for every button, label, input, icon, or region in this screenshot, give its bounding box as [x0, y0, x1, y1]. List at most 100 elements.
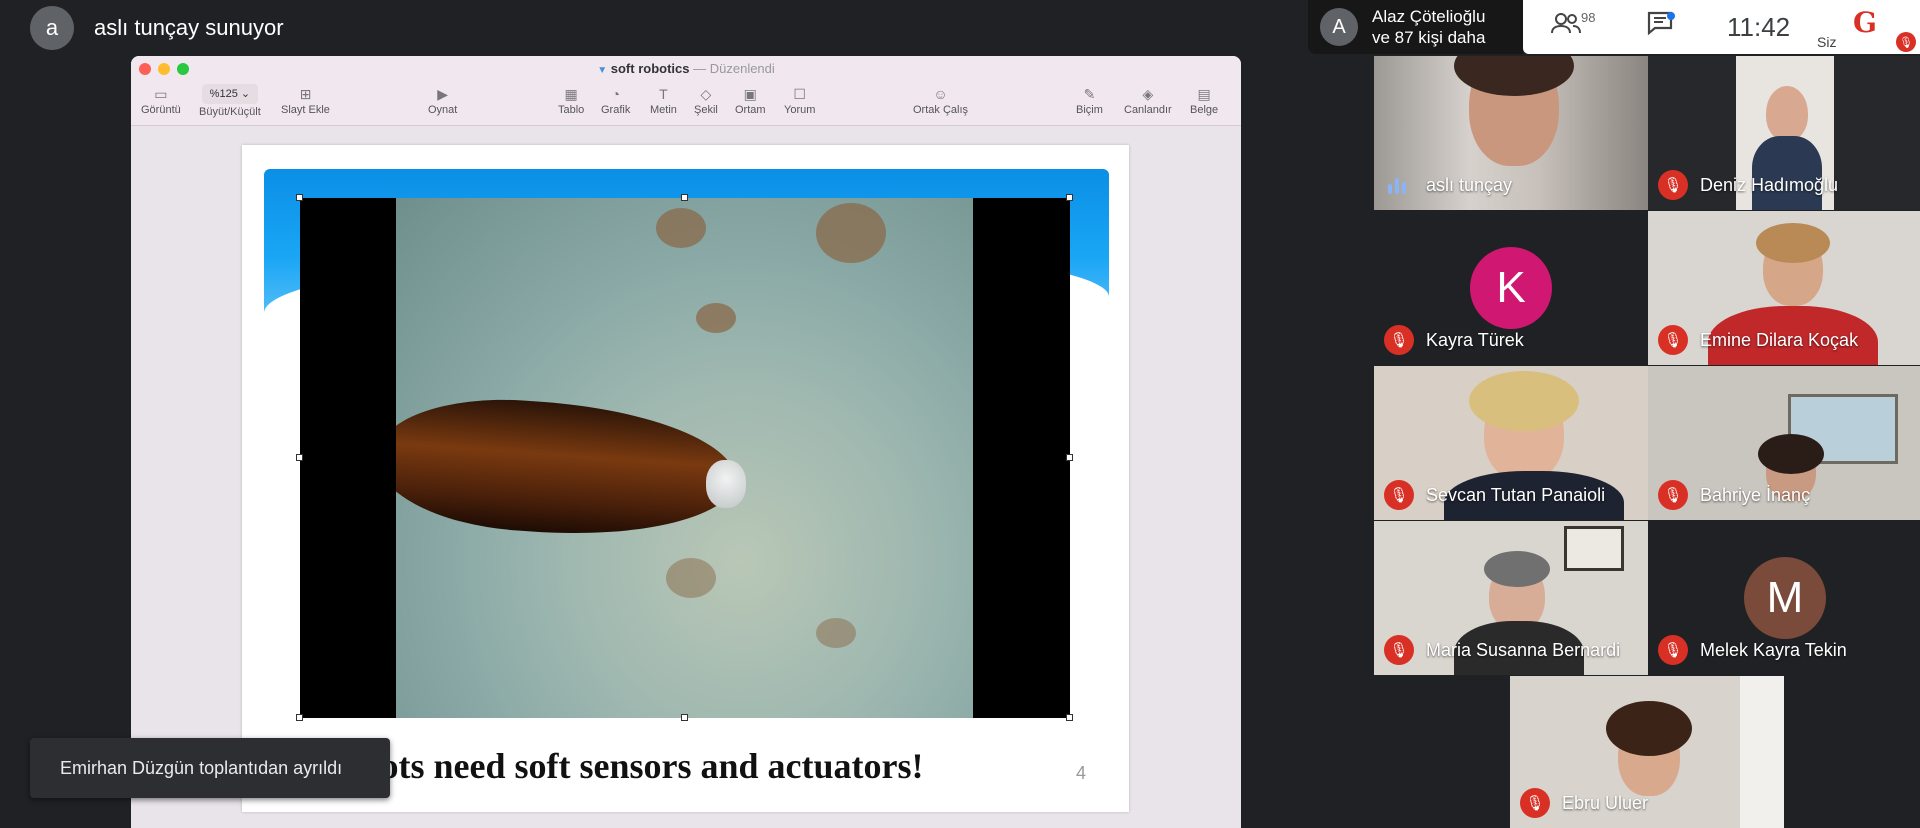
- participant-name: Deniz Hadımoğlu: [1700, 175, 1839, 195]
- zoom-value[interactable]: %125 ⌄: [201, 84, 259, 104]
- participant-name: Maria Susanna Bernardi: [1426, 640, 1621, 660]
- document-title: ▼ soft robotics — Düzenlendi: [131, 61, 1241, 76]
- comment-icon: ☐: [793, 86, 806, 102]
- participant-hair: [1756, 223, 1830, 263]
- chart-icon: ◔: [611, 86, 620, 102]
- animate-icon: ◈: [1142, 86, 1154, 102]
- chat-notification-dot: [1667, 12, 1675, 20]
- zoom-control[interactable]: %125 ⌄ Büyüt/Küçült: [199, 84, 261, 118]
- resize-handle[interactable]: [1066, 714, 1073, 721]
- slide-canvas[interactable]: ots need soft sensors and actuators! 4: [242, 145, 1129, 812]
- format-label: Biçim: [1076, 104, 1103, 116]
- shape-label: Şekil: [694, 104, 718, 116]
- participant-tile[interactable]: 🎙 Bahriye İnanç: [1648, 366, 1920, 520]
- play-icon: ▶: [437, 86, 449, 102]
- shape-icon: ◇: [700, 86, 712, 102]
- chart-button[interactable]: ◔ Grafik: [601, 84, 630, 116]
- animate-button[interactable]: ◈ Canlandır: [1124, 84, 1172, 116]
- participant-hair: [1758, 434, 1824, 474]
- other-participants-text: Alaz Çötelioğlu ve 87 kişi daha: [1372, 6, 1485, 48]
- presenter-label: aslı tunçay sunuyor: [94, 15, 284, 40]
- resize-handle[interactable]: [681, 714, 688, 721]
- slide-number: 4: [1075, 763, 1086, 783]
- mic-off-icon: 🎙: [1658, 325, 1688, 355]
- participant-avatar: M: [1744, 557, 1826, 639]
- participant-tile[interactable]: 🎙 Emine Dilara Koçak: [1648, 211, 1920, 365]
- animate-label: Canlandır: [1124, 104, 1172, 116]
- other-participants-count: ve 87 kişi daha: [1372, 28, 1486, 47]
- add-slide-button[interactable]: ⊞ Slayt Ekle: [281, 84, 330, 116]
- view-label: Görüntü: [141, 104, 181, 116]
- video-frame: [396, 198, 973, 718]
- comment-button[interactable]: ☐ Yorum: [784, 84, 815, 116]
- table-button[interactable]: ▦ Tablo: [558, 84, 584, 116]
- participant-tile[interactable]: 🎙 Maria Susanna Bernardi: [1374, 521, 1648, 675]
- mic-off-icon: 🎙: [1384, 325, 1414, 355]
- play-button[interactable]: ▶ Oynat: [428, 84, 457, 116]
- rock: [656, 208, 706, 248]
- participant-name: Melek Kayra Tekin: [1700, 640, 1847, 660]
- resize-handle[interactable]: [296, 194, 303, 201]
- document-label: Belge: [1190, 104, 1219, 116]
- resize-handle[interactable]: [681, 194, 688, 201]
- rock: [816, 203, 886, 263]
- participant-name: aslı tunçay: [1426, 175, 1513, 195]
- table-icon: ▦: [564, 86, 578, 102]
- media-button[interactable]: ▣ Ortam: [735, 84, 766, 116]
- mic-off-icon: 🎙: [1384, 480, 1414, 510]
- keynote-doc-icon: ▼: [597, 65, 608, 76]
- add-slide-icon: ⊞: [299, 86, 312, 102]
- collaborate-icon: ☺: [933, 86, 948, 102]
- rock: [816, 618, 856, 648]
- mic-off-icon: 🎙: [1658, 635, 1688, 665]
- participant-hair: [1469, 371, 1579, 431]
- participant-tile[interactable]: K 🎙 Kayra Türek: [1374, 211, 1648, 365]
- table-label: Tablo: [558, 104, 585, 116]
- sidebar-icon: ▭: [154, 86, 168, 102]
- text-icon: T: [659, 86, 668, 102]
- participant-body: [1752, 136, 1822, 210]
- other-participants-name: Alaz Çötelioğlu: [1372, 7, 1486, 26]
- document-button[interactable]: ▤ Belge: [1190, 84, 1218, 116]
- format-button[interactable]: ✎ Biçim: [1076, 84, 1103, 116]
- text-label: Metin: [650, 104, 677, 116]
- document-status: Düzenlendi: [709, 61, 775, 76]
- text-button[interactable]: T Metin: [650, 84, 677, 116]
- mic-off-icon: 🎙: [1658, 170, 1688, 200]
- resize-handle[interactable]: [1066, 194, 1073, 201]
- view-button[interactable]: ▭ Görüntü: [141, 84, 181, 116]
- participant-tile[interactable]: aslı tunçay: [1374, 56, 1648, 210]
- presenter-avatar: a: [30, 6, 74, 50]
- video-element[interactable]: [296, 194, 1073, 721]
- other-participants-pill[interactable]: A Alaz Çötelioğlu ve 87 kişi daha: [1308, 0, 1523, 54]
- slide-caption[interactable]: ots need soft sensors and actuators!: [302, 745, 1002, 787]
- mic-off-icon: 🎙: [1520, 788, 1550, 818]
- resize-handle[interactable]: [296, 714, 303, 721]
- participant-hair: [1484, 551, 1550, 587]
- resize-handle[interactable]: [1066, 454, 1073, 461]
- mic-off-icon: 🎙: [1658, 480, 1688, 510]
- participant-tile[interactable]: 🎙 Deniz Hadımoğlu: [1648, 56, 1920, 210]
- left-meeting-toast: Emirhan Düzgün toplantıdan ayrıldı: [30, 738, 390, 798]
- keynote-toolbar: ▭ Görüntü %125 ⌄ Büyüt/Küçült ⊞ Slayt Ek…: [131, 80, 1241, 126]
- comment-label: Yorum: [784, 104, 816, 116]
- document-icon: ▤: [1197, 86, 1211, 102]
- participant-tile[interactable]: 🎙 Ebru Uluer: [1510, 676, 1784, 828]
- window-titlebar: ▼ soft robotics — Düzenlendi: [131, 56, 1241, 80]
- people-icon[interactable]: [1551, 12, 1581, 41]
- resize-handle[interactable]: [296, 454, 303, 461]
- participant-name: Bahriye İnanç: [1700, 485, 1811, 505]
- add-slide-label: Slayt Ekle: [281, 104, 330, 116]
- rock: [696, 303, 736, 333]
- participant-tile[interactable]: 🎙 Sevcan Tutan Panaioli: [1374, 366, 1648, 520]
- participant-name: Ebru Uluer: [1562, 793, 1649, 813]
- collaborate-button[interactable]: ☺ Ortak Çalış: [913, 84, 968, 116]
- window-light: [1740, 676, 1784, 828]
- participant-name: Sevcan Tutan Panaioli: [1426, 485, 1606, 505]
- shape-button[interactable]: ◇ Şekil: [694, 84, 718, 116]
- format-brush-icon: ✎: [1083, 86, 1096, 102]
- meeting-clock: 11:42: [1727, 12, 1791, 42]
- participant-tile[interactable]: M 🎙 Melek Kayra Tekin: [1648, 521, 1920, 675]
- presenter-bar: a aslı tunçay sunuyor: [30, 6, 284, 50]
- participant-avatar: A: [1320, 8, 1358, 46]
